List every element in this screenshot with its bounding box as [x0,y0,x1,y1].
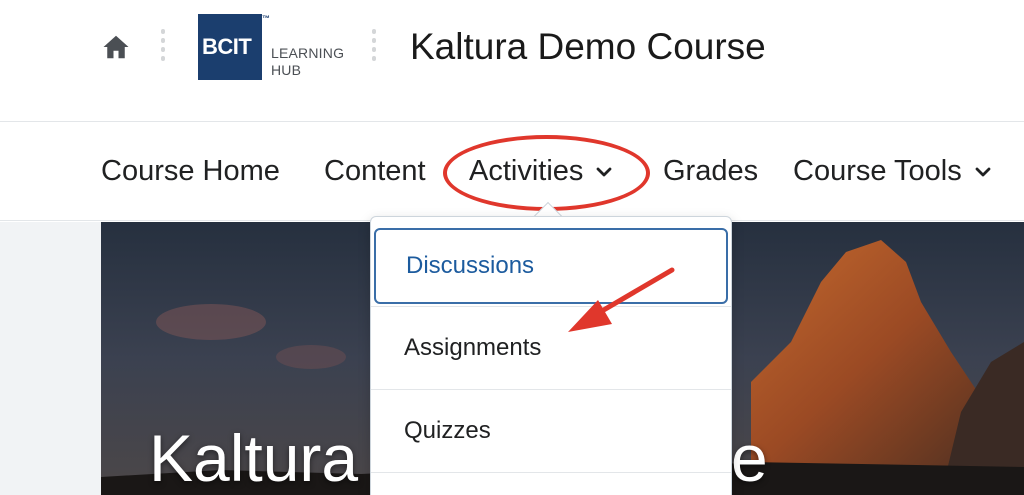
nav-grades[interactable]: Grades [663,155,758,188]
home-icon[interactable] [101,32,131,62]
chevron-down-icon [595,163,613,181]
separator [372,29,378,61]
separator [161,29,167,61]
course-navbar: Course Home Content Activities Grades Co… [0,121,1024,221]
logo-box: BCIT [198,14,262,80]
banner-title-end: e [731,421,768,495]
logo-text: LEARNING HUB [271,45,345,78]
nav-course-home[interactable]: Course Home [101,155,280,188]
menu-item-discussions[interactable]: Discussions [374,228,728,304]
course-header: BCIT ™ LEARNING HUB Kaltura Demo Course [0,0,1024,121]
course-title[interactable]: Kaltura Demo Course [410,26,766,68]
menu-divider [371,472,731,473]
nav-activities[interactable]: Activities [469,155,613,188]
banner-title: Kaltura [149,421,359,495]
chevron-down-icon [974,163,992,181]
nav-course-tools[interactable]: Course Tools [793,155,992,188]
bcit-learning-hub-logo[interactable]: BCIT ™ LEARNING HUB [198,14,346,80]
menu-item-assignments[interactable]: Assignments [371,307,731,389]
page-background [0,222,101,495]
menu-item-quizzes[interactable]: Quizzes [371,390,731,472]
nav-content[interactable]: Content [324,155,426,188]
